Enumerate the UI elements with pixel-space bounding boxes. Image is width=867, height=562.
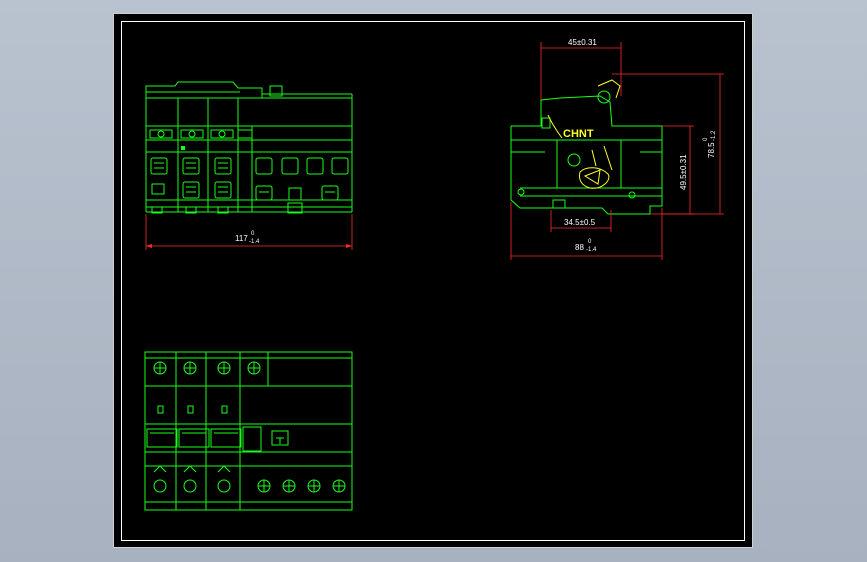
side-top-dim: 45±0.31 [568, 38, 597, 47]
top-view [144, 351, 353, 511]
side-height-inner-dim: 49.5±0.31 [679, 154, 688, 190]
side-height-tol-upper: 0 [703, 137, 709, 141]
side-width-tol-lower: -1.4 [586, 247, 597, 253]
side-mechanism: CHNT [547, 79, 621, 189]
side-width-dim: 88 [575, 243, 584, 252]
front-view [145, 81, 353, 214]
side-bottom-inner-dim: 34.5±0.5 [564, 218, 596, 227]
front-terminal-screws [149, 129, 253, 139]
front-width-tol-upper: 0 [251, 231, 255, 237]
side-height-tol-lower: -1.2 [711, 130, 717, 141]
cad-drawing: 117 0 -1.4 CHNT 45±0.31 34.5±0.5 88 0 -1… [144, 38, 724, 511]
front-width-tol-lower: -1.4 [249, 239, 260, 245]
front-width-label: 117 [235, 234, 248, 243]
side-width-tol-upper: 0 [588, 239, 592, 245]
front-clamps [150, 157, 349, 201]
side-view [510, 90, 663, 215]
side-dimensions: 45±0.31 34.5±0.5 88 0 -1.4 49.5±0.31 78.… [510, 38, 724, 260]
front-width-dimension: 117 0 -1.4 [145, 214, 353, 250]
side-height-dim: 78.5 [707, 142, 716, 158]
brand-label: CHNT [563, 128, 594, 140]
